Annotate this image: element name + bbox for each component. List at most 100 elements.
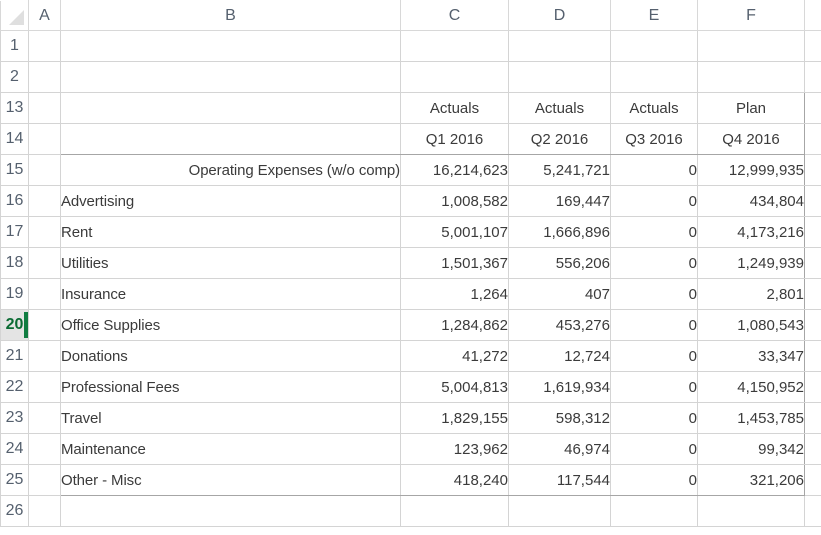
cell-b25[interactable]: Other - Misc xyxy=(60,464,401,496)
cell-d26[interactable] xyxy=(508,495,611,527)
cell-c14[interactable]: Q1 2016 xyxy=(400,123,509,155)
row-header-16[interactable]: 16 xyxy=(0,185,29,217)
row-header-14[interactable]: 14 xyxy=(0,123,29,155)
cell-a15[interactable] xyxy=(28,154,61,186)
cell-g26[interactable] xyxy=(804,495,821,527)
cell-c25[interactable]: 418,240 xyxy=(400,464,509,496)
row-header-22[interactable]: 22 xyxy=(0,371,29,403)
cell-g21[interactable] xyxy=(804,340,821,372)
column-header-e[interactable]: E xyxy=(610,0,698,31)
cell-b17[interactable]: Rent xyxy=(60,216,401,248)
cell-e15[interactable]: 0 xyxy=(610,154,698,186)
row-header-15[interactable]: 15 xyxy=(0,154,29,186)
row-header-24[interactable]: 24 xyxy=(0,433,29,465)
cell-a21[interactable] xyxy=(28,340,61,372)
cell-e18[interactable]: 0 xyxy=(610,247,698,279)
cell-f15[interactable]: 12,999,935 xyxy=(697,154,805,186)
cell-d2[interactable] xyxy=(508,61,611,93)
cell-a20[interactable] xyxy=(28,309,61,341)
cell-f21[interactable]: 33,347 xyxy=(697,340,805,372)
cell-g14[interactable] xyxy=(804,123,821,155)
cell-e25[interactable]: 0 xyxy=(610,464,698,496)
cell-g19[interactable] xyxy=(804,278,821,310)
cell-c16[interactable]: 1,008,582 xyxy=(400,185,509,217)
cell-f19[interactable]: 2,801 xyxy=(697,278,805,310)
cell-a22[interactable] xyxy=(28,371,61,403)
cell-b14[interactable] xyxy=(60,123,401,155)
cell-c19[interactable]: 1,264 xyxy=(400,278,509,310)
column-header-b[interactable]: B xyxy=(60,0,401,31)
cell-g25[interactable] xyxy=(804,464,821,496)
cell-f25[interactable]: 321,206 xyxy=(697,464,805,496)
select-all-button[interactable] xyxy=(0,0,29,31)
cell-g13[interactable] xyxy=(804,92,821,124)
cell-b24[interactable]: Maintenance xyxy=(60,433,401,465)
cell-c23[interactable]: 1,829,155 xyxy=(400,402,509,434)
cell-f2[interactable] xyxy=(697,61,805,93)
cell-b13[interactable] xyxy=(60,92,401,124)
cell-g18[interactable] xyxy=(804,247,821,279)
row-header-18[interactable]: 18 xyxy=(0,247,29,279)
cell-b20[interactable]: Office Supplies xyxy=(60,309,401,341)
column-header-f[interactable]: F xyxy=(697,0,805,31)
cell-f18[interactable]: 1,249,939 xyxy=(697,247,805,279)
cell-e19[interactable]: 0 xyxy=(610,278,698,310)
cell-a14[interactable] xyxy=(28,123,61,155)
cell-c22[interactable]: 5,004,813 xyxy=(400,371,509,403)
cell-g16[interactable] xyxy=(804,185,821,217)
cell-b19[interactable]: Insurance xyxy=(60,278,401,310)
cell-c18[interactable]: 1,501,367 xyxy=(400,247,509,279)
row-header-1[interactable]: 1 xyxy=(0,30,29,62)
cell-d23[interactable]: 598,312 xyxy=(508,402,611,434)
cell-c2[interactable] xyxy=(400,61,509,93)
row-header-20[interactable]: 20 xyxy=(0,309,29,341)
cell-d15[interactable]: 5,241,721 xyxy=(508,154,611,186)
cell-d21[interactable]: 12,724 xyxy=(508,340,611,372)
row-header-2[interactable]: 2 xyxy=(0,61,29,93)
cell-d13[interactable]: Actuals xyxy=(508,92,611,124)
cell-f26[interactable] xyxy=(697,495,805,527)
cell-a23[interactable] xyxy=(28,402,61,434)
cell-c20[interactable]: 1,284,862 xyxy=(400,309,509,341)
cell-f1[interactable] xyxy=(697,30,805,62)
cell-f24[interactable]: 99,342 xyxy=(697,433,805,465)
cell-a26[interactable] xyxy=(28,495,61,527)
cell-c26[interactable] xyxy=(400,495,509,527)
row-header-13[interactable]: 13 xyxy=(0,92,29,124)
cell-c21[interactable]: 41,272 xyxy=(400,340,509,372)
cell-b23[interactable]: Travel xyxy=(60,402,401,434)
cell-c24[interactable]: 123,962 xyxy=(400,433,509,465)
cell-d18[interactable]: 556,206 xyxy=(508,247,611,279)
cell-e20[interactable]: 0 xyxy=(610,309,698,341)
cell-f13[interactable]: Plan xyxy=(697,92,805,124)
cell-d1[interactable] xyxy=(508,30,611,62)
cell-e24[interactable]: 0 xyxy=(610,433,698,465)
cell-g24[interactable] xyxy=(804,433,821,465)
cell-a16[interactable] xyxy=(28,185,61,217)
cell-d19[interactable]: 407 xyxy=(508,278,611,310)
cell-d14[interactable]: Q2 2016 xyxy=(508,123,611,155)
cell-g22[interactable] xyxy=(804,371,821,403)
cell-f20[interactable]: 1,080,543 xyxy=(697,309,805,341)
cell-b1[interactable] xyxy=(60,30,401,62)
cell-a25[interactable] xyxy=(28,464,61,496)
cell-a2[interactable] xyxy=(28,61,61,93)
cell-g2[interactable] xyxy=(804,61,821,93)
cell-d25[interactable]: 117,544 xyxy=(508,464,611,496)
cell-e21[interactable]: 0 xyxy=(610,340,698,372)
cell-e22[interactable]: 0 xyxy=(610,371,698,403)
cell-f16[interactable]: 434,804 xyxy=(697,185,805,217)
cell-e17[interactable]: 0 xyxy=(610,216,698,248)
row-header-26[interactable]: 26 xyxy=(0,495,29,527)
cell-f14[interactable]: Q4 2016 xyxy=(697,123,805,155)
row-header-23[interactable]: 23 xyxy=(0,402,29,434)
cell-a19[interactable] xyxy=(28,278,61,310)
cell-b22[interactable]: Professional Fees xyxy=(60,371,401,403)
cell-b2[interactable] xyxy=(60,61,401,93)
row-header-19[interactable]: 19 xyxy=(0,278,29,310)
cell-a1[interactable] xyxy=(28,30,61,62)
cell-g20[interactable] xyxy=(804,309,821,341)
cell-e13[interactable]: Actuals xyxy=(610,92,698,124)
cell-c17[interactable]: 5,001,107 xyxy=(400,216,509,248)
cell-a18[interactable] xyxy=(28,247,61,279)
